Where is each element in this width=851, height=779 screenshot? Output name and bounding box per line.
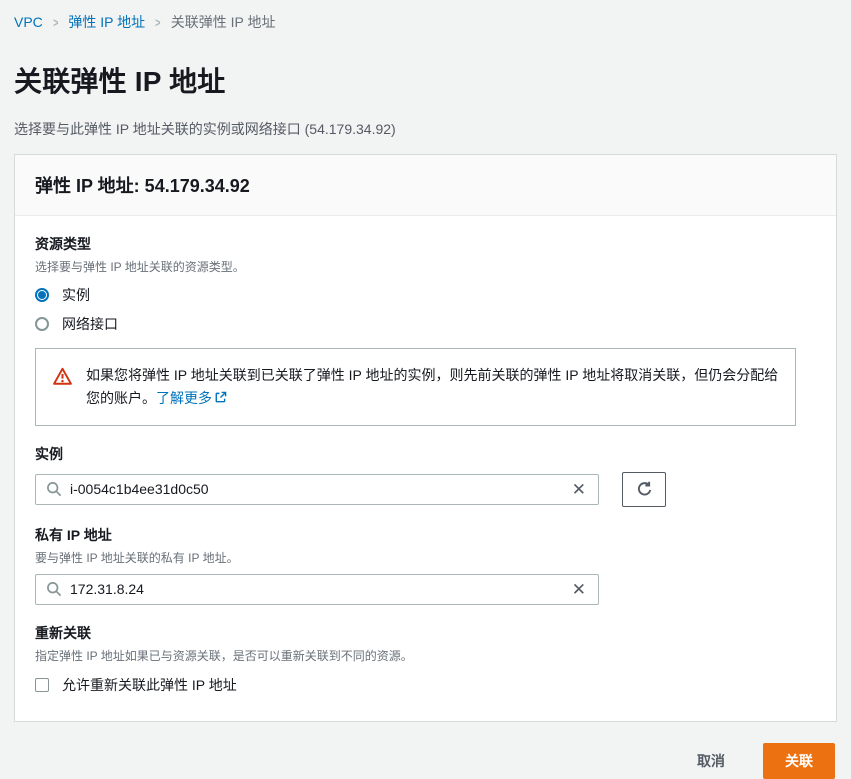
radio-option-instance[interactable]: 实例 xyxy=(35,285,816,305)
clear-input-icon[interactable]: ✕ xyxy=(570,481,588,498)
radio-selected-icon[interactable] xyxy=(35,288,49,302)
learn-more-label: 了解更多 xyxy=(156,390,212,406)
private-ip-input-row: 172.31.8.24 ✕ xyxy=(35,574,816,605)
chevron-right-icon: > xyxy=(155,15,160,30)
reassociation-description: 指定弹性 IP 地址如果已与资源关联，是否可以重新关联到不同的资源。 xyxy=(35,647,816,664)
form-actions: 取消 关联 xyxy=(14,743,837,779)
radio-option-label: 实例 xyxy=(62,285,90,305)
refresh-icon xyxy=(635,480,654,499)
instance-label: 实例 xyxy=(35,444,816,464)
warning-triangle-icon xyxy=(52,366,73,410)
private-ip-search-input[interactable]: 172.31.8.24 ✕ xyxy=(35,574,599,605)
breadcrumb: VPC > 弹性 IP 地址 > 关联弹性 IP 地址 xyxy=(14,10,837,34)
reassociation-label: 重新关联 xyxy=(35,623,816,643)
radio-option-label: 网络接口 xyxy=(62,314,118,334)
resource-type-label: 资源类型 xyxy=(35,234,816,254)
instance-section: 实例 i-0054c1b4ee31d0c50 ✕ xyxy=(35,444,816,507)
checkbox-unchecked-icon[interactable] xyxy=(35,678,49,692)
chevron-right-icon: > xyxy=(53,15,58,30)
learn-more-link[interactable]: 了解更多 xyxy=(156,390,227,406)
associate-button[interactable]: 关联 xyxy=(763,743,835,779)
refresh-button[interactable] xyxy=(622,472,666,507)
external-link-icon xyxy=(214,391,227,404)
instance-search-input[interactable]: i-0054c1b4ee31d0c50 ✕ xyxy=(35,474,599,505)
breadcrumb-link-vpc[interactable]: VPC xyxy=(14,14,43,30)
private-ip-input-value[interactable]: 172.31.8.24 xyxy=(70,581,562,597)
clear-input-icon[interactable]: ✕ xyxy=(570,581,588,598)
page-title: 关联弹性 IP 地址 xyxy=(14,60,837,100)
cancel-button[interactable]: 取消 xyxy=(691,750,731,772)
allow-reassociation-label: 允许重新关联此弹性 IP 地址 xyxy=(62,675,237,695)
private-ip-label: 私有 IP 地址 xyxy=(35,525,816,545)
reassociation-section: 重新关联 指定弹性 IP 地址如果已与资源关联，是否可以重新关联到不同的资源。 … xyxy=(35,623,816,695)
breadcrumb-link-elastic-ips[interactable]: 弹性 IP 地址 xyxy=(68,12,145,32)
allow-reassociation-checkbox-row[interactable]: 允许重新关联此弹性 IP 地址 xyxy=(35,675,816,695)
radio-unselected-icon[interactable] xyxy=(35,317,49,331)
resource-type-section: 资源类型 选择要与弹性 IP 地址关联的资源类型。 实例 网络接口 xyxy=(35,234,816,334)
page-subtitle: 选择要与此弹性 IP 地址关联的实例或网络接口 (54.179.34.92) xyxy=(14,119,837,139)
private-ip-description: 要与弹性 IP 地址关联的私有 IP 地址。 xyxy=(35,549,816,566)
breadcrumb-current: 关联弹性 IP 地址 xyxy=(171,12,276,32)
radio-option-network-interface[interactable]: 网络接口 xyxy=(35,314,816,334)
search-icon xyxy=(46,481,62,497)
resource-type-radio-group: 实例 网络接口 xyxy=(35,285,816,334)
private-ip-section: 私有 IP 地址 要与弹性 IP 地址关联的私有 IP 地址。 172.31.8… xyxy=(35,525,816,605)
instance-input-value[interactable]: i-0054c1b4ee31d0c50 xyxy=(70,481,562,497)
panel-title: 弹性 IP 地址: 54.179.34.92 xyxy=(15,155,836,216)
warning-text: 如果您将弹性 IP 地址关联到已关联了弹性 IP 地址的实例，则先前关联的弹性 … xyxy=(86,364,779,410)
instance-input-row: i-0054c1b4ee31d0c50 ✕ xyxy=(35,472,816,507)
associate-eip-panel: 弹性 IP 地址: 54.179.34.92 资源类型 选择要与弹性 IP 地址… xyxy=(14,154,837,722)
resource-type-description: 选择要与弹性 IP 地址关联的资源类型。 xyxy=(35,258,816,275)
warning-box: 如果您将弹性 IP 地址关联到已关联了弹性 IP 地址的实例，则先前关联的弹性 … xyxy=(35,348,796,426)
search-icon xyxy=(46,581,62,597)
panel-body: 资源类型 选择要与弹性 IP 地址关联的资源类型。 实例 网络接口 xyxy=(15,216,836,721)
page: VPC > 弹性 IP 地址 > 关联弹性 IP 地址 关联弹性 IP 地址 选… xyxy=(0,0,851,779)
